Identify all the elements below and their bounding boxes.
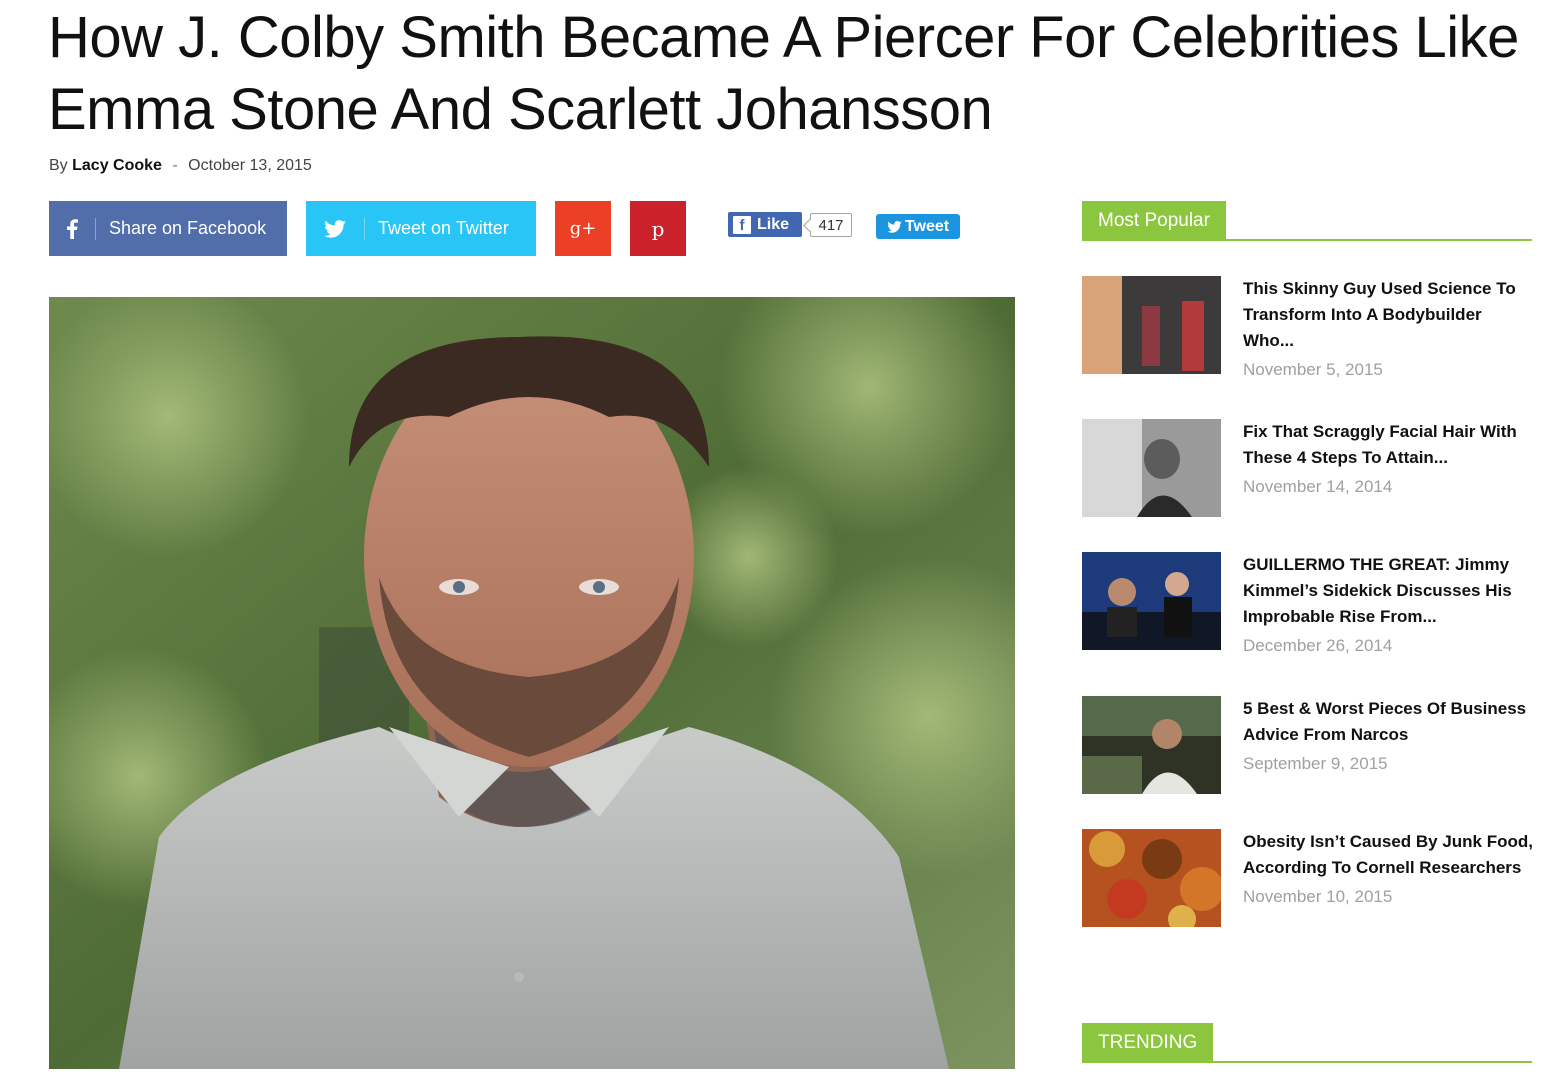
most-popular-label: Most Popular bbox=[1082, 201, 1226, 239]
author-link[interactable]: Lacy Cooke bbox=[72, 157, 162, 174]
popular-item-title[interactable]: GUILLERMO THE GREAT: Jimmy Kimmel’s Side… bbox=[1243, 552, 1533, 630]
tweet-button[interactable]: Tweet bbox=[876, 214, 960, 239]
share-facebook-label: Share on Facebook bbox=[109, 218, 267, 238]
like-count: 417 bbox=[810, 213, 852, 237]
popular-item-date: November 10, 2015 bbox=[1243, 887, 1393, 906]
twitter-bird-icon bbox=[887, 220, 902, 233]
trending-label: TRENDING bbox=[1082, 1023, 1214, 1061]
popular-item-date: September 9, 2015 bbox=[1243, 754, 1388, 773]
popular-item-title[interactable]: Fix That Scraggly Facial Hair With These… bbox=[1243, 419, 1533, 471]
article-title: How J. Colby Smith Became A Piercer For … bbox=[48, 5, 1519, 142]
share-twitter-label: Tweet on Twitter bbox=[378, 218, 509, 238]
byline-prefix: By bbox=[49, 157, 68, 174]
popular-item-title[interactable]: 5 Best & Worst Pieces Of Business Advice… bbox=[1243, 696, 1533, 748]
facebook-logo-icon: f bbox=[733, 215, 751, 234]
trending-header: TRENDING bbox=[1082, 1023, 1532, 1063]
twitter-icon bbox=[306, 201, 364, 256]
popular-thumbnail[interactable] bbox=[1082, 552, 1221, 650]
share-pinterest-button[interactable]: p bbox=[630, 201, 686, 256]
share-twitter-button[interactable]: Tweet on Twitter bbox=[306, 201, 536, 256]
google-plus-icon: g+ bbox=[569, 218, 597, 239]
popular-item-title[interactable]: This Skinny Guy Used Science To Transfor… bbox=[1243, 276, 1533, 354]
facebook-icon bbox=[49, 201, 95, 256]
popular-thumbnail[interactable] bbox=[1082, 829, 1221, 927]
popular-thumbnail[interactable] bbox=[1082, 419, 1221, 517]
like-label: Like bbox=[757, 215, 790, 233]
most-popular-header: Most Popular bbox=[1082, 201, 1532, 241]
popular-thumbnail[interactable] bbox=[1082, 696, 1221, 794]
popular-thumbnail[interactable] bbox=[1082, 276, 1221, 374]
popular-item-date: November 14, 2014 bbox=[1243, 477, 1393, 496]
popular-item-title[interactable]: Obesity Isn’t Caused By Junk Food, Accor… bbox=[1243, 829, 1533, 881]
pinterest-icon: p bbox=[651, 216, 665, 241]
popular-item-date: December 26, 2014 bbox=[1243, 636, 1393, 655]
facebook-like-button[interactable]: f Like bbox=[728, 212, 802, 237]
tweet-label: Tweet bbox=[904, 217, 950, 235]
share-google-plus-button[interactable]: g+ bbox=[555, 201, 611, 256]
popular-item-date: November 5, 2015 bbox=[1243, 360, 1383, 379]
share-facebook-button[interactable]: Share on Facebook bbox=[49, 201, 287, 256]
article-meta: By Lacy Cooke - October 13, 2015 bbox=[49, 157, 312, 174]
hero-image bbox=[49, 297, 1015, 1069]
publish-date: October 13, 2015 bbox=[188, 157, 312, 174]
